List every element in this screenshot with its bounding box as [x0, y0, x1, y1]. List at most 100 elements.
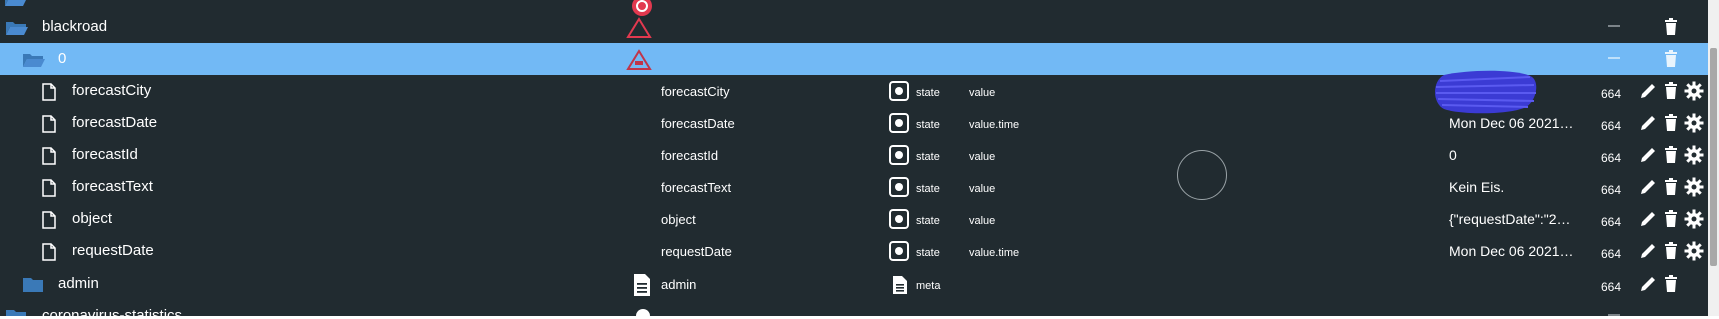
state-icon	[889, 177, 909, 197]
gear-icon[interactable]	[1684, 209, 1704, 229]
tree-item-label: blackroad	[42, 18, 108, 35]
scrollbar-thumb[interactable]	[1710, 48, 1717, 266]
object-type: state	[916, 151, 940, 163]
object-type: state	[916, 215, 940, 227]
folder-open-icon[interactable]	[5, 20, 29, 36]
file-icon	[42, 211, 56, 229]
object-type: state	[916, 183, 940, 195]
object-id: forecastCity	[661, 84, 730, 99]
pencil-icon[interactable]	[1639, 146, 1657, 164]
tree-row-admin[interactable]: admin admin meta 664	[0, 268, 1708, 300]
state-icon	[889, 113, 909, 133]
acl-value: 664	[1601, 280, 1622, 294]
object-role: value	[969, 183, 996, 195]
acl-value: 664	[1601, 247, 1622, 261]
trash-icon[interactable]	[1662, 146, 1680, 164]
tree-row-state[interactable]: forecastId forecastId state value 0 664	[0, 139, 1708, 171]
object-role: value	[969, 151, 996, 163]
trash-icon[interactable]	[1662, 178, 1680, 196]
object-role: value	[969, 87, 996, 99]
tree-item-label: coronavirus-statistics	[42, 307, 183, 317]
object-role: value.time	[969, 119, 1020, 131]
object-id: forecastText	[661, 180, 732, 195]
state-name: forecastText	[72, 178, 153, 195]
trash-icon[interactable]	[1662, 50, 1680, 68]
object-type: state	[916, 87, 940, 99]
state-value[interactable]: {"requestDate":"2…	[1449, 211, 1591, 227]
tree-item-label: admin	[58, 275, 99, 292]
document-icon	[893, 276, 907, 294]
object-id: requestDate	[661, 244, 732, 259]
state-icon	[889, 241, 909, 261]
folder-open-icon	[5, 0, 26, 6]
pencil-icon[interactable]	[1639, 210, 1657, 228]
pencil-icon[interactable]	[1639, 275, 1657, 293]
redaction-scribble	[1435, 70, 1537, 114]
acl-value: 664	[1601, 87, 1622, 101]
tree-row-state[interactable]: requestDate requestDate state value.time…	[0, 235, 1708, 267]
state-name: requestDate	[72, 242, 154, 259]
state-value[interactable]: Mon Dec 06 2021…	[1449, 115, 1591, 131]
document-icon	[634, 274, 650, 296]
object-tree-panel: blackroad 0 forecastCity forecastCity st…	[0, 0, 1708, 316]
acl-value: 664	[1601, 151, 1622, 165]
object-id: forecastId	[661, 148, 719, 163]
gear-icon[interactable]	[1684, 81, 1704, 101]
object-role: value	[969, 215, 996, 227]
gear-icon[interactable]	[1684, 241, 1704, 261]
folder-open-icon[interactable]	[22, 52, 46, 68]
tree-row-blackroad[interactable]: blackroad	[0, 11, 1708, 43]
tree-row-state[interactable]: object object state value {"requestDate"…	[0, 203, 1708, 235]
gear-icon[interactable]	[1684, 177, 1704, 197]
trash-icon[interactable]	[1662, 210, 1680, 228]
file-icon	[42, 83, 56, 101]
minus-icon[interactable]	[1607, 51, 1621, 65]
acl-value: 664	[1601, 215, 1622, 229]
file-icon	[42, 243, 56, 261]
trash-icon[interactable]	[1662, 275, 1680, 293]
state-name: forecastCity	[72, 82, 152, 99]
state-name: object	[72, 210, 113, 227]
object-id: admin	[661, 277, 697, 292]
gear-icon	[636, 309, 650, 316]
minus-icon[interactable]	[1607, 308, 1621, 316]
state-icon	[889, 81, 909, 101]
object-id: forecastDate	[661, 116, 735, 131]
pencil-icon[interactable]	[1639, 242, 1657, 260]
gear-icon[interactable]	[1684, 113, 1704, 133]
tree-item-label: 0	[58, 50, 67, 67]
acl-value: 664	[1601, 119, 1622, 133]
trash-icon[interactable]	[1662, 242, 1680, 260]
warning-triangle-icon	[626, 17, 652, 38]
state-name: forecastId	[72, 146, 138, 163]
tree-row-partial-bottom[interactable]: coronavirus-statistics	[0, 300, 1708, 316]
trash-icon[interactable]	[1662, 18, 1680, 36]
file-icon	[42, 115, 56, 133]
object-type: meta	[916, 280, 941, 292]
channel-triangle-icon	[626, 49, 652, 70]
minus-icon[interactable]	[1607, 19, 1621, 33]
pencil-icon[interactable]	[1639, 178, 1657, 196]
object-id: object	[661, 212, 696, 227]
trash-icon[interactable]	[1662, 82, 1680, 100]
state-icon	[889, 209, 909, 229]
folder-icon[interactable]	[22, 277, 44, 293]
state-value[interactable]: Mon Dec 06 2021…	[1449, 243, 1591, 259]
state-name: forecastDate	[72, 114, 158, 131]
gear-icon[interactable]	[1684, 145, 1704, 165]
tree-row-state[interactable]: forecastText forecastText state value Ke…	[0, 171, 1708, 203]
object-type: state	[916, 247, 940, 259]
state-value[interactable]: Kein Eis.	[1449, 179, 1591, 195]
state-value[interactable]: 0	[1449, 147, 1591, 163]
file-icon	[42, 147, 56, 165]
trash-icon[interactable]	[1662, 114, 1680, 132]
loading-ring	[1177, 150, 1227, 200]
acl-value: 664	[1601, 183, 1622, 197]
folder-icon	[6, 310, 26, 316]
pencil-icon[interactable]	[1639, 114, 1657, 132]
object-role: value.time	[969, 247, 1020, 259]
object-type: state	[916, 119, 940, 131]
state-icon	[889, 145, 909, 165]
file-icon	[42, 179, 56, 197]
pencil-icon[interactable]	[1639, 82, 1657, 100]
